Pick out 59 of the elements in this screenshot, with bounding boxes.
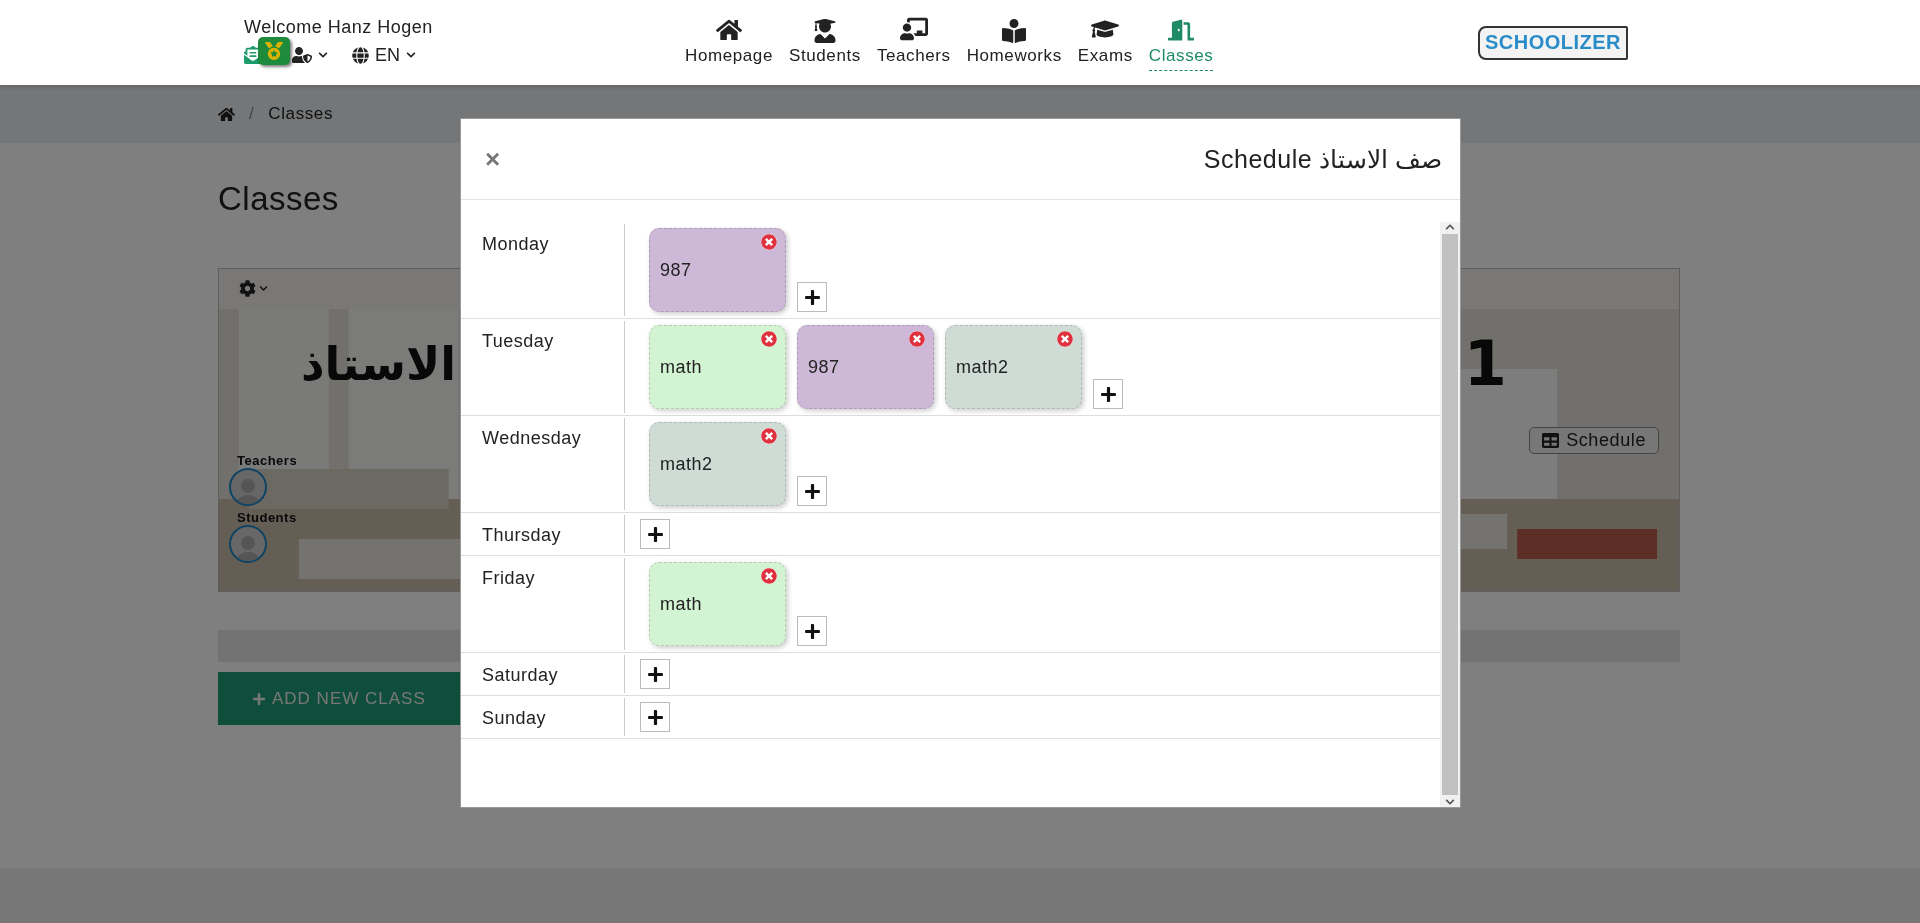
day-label: Thursday <box>461 515 625 553</box>
graduate-icon <box>812 18 837 43</box>
language-selector[interactable]: EN <box>352 44 416 66</box>
caret-icon <box>259 283 268 293</box>
settings-icon[interactable] <box>239 279 256 297</box>
lesson-card[interactable]: 987 <box>649 228 786 312</box>
day-label: Sunday <box>461 698 625 736</box>
lesson-card[interactable]: 987 <box>797 325 934 409</box>
scroll-down-icon[interactable] <box>1445 797 1455 807</box>
day-label: Saturday <box>461 655 625 693</box>
teachers-label: Teachers <box>237 453 298 468</box>
breadcrumb-item: Classes <box>268 104 333 124</box>
page-title: Classes <box>218 179 340 219</box>
plus-icon <box>252 691 266 706</box>
nav-link[interactable]: Homepage <box>685 16 773 71</box>
day-label: Wednesday <box>461 418 625 510</box>
plus-icon <box>646 665 664 683</box>
home-icon[interactable] <box>218 105 235 123</box>
plus-icon <box>803 288 821 306</box>
lesson-card[interactable]: math <box>649 562 786 646</box>
day-label: Tuesday <box>461 321 625 413</box>
plus-icon <box>646 525 664 543</box>
caret-icon <box>318 50 328 60</box>
scroll-up-icon[interactable] <box>1445 222 1455 232</box>
class-title: الاستاذ <box>301 341 456 387</box>
close-button[interactable]: × <box>481 143 505 175</box>
lesson-card[interactable]: math2 <box>649 422 786 506</box>
plus-icon <box>646 708 664 726</box>
nav-link[interactable]: Students <box>788 18 861 71</box>
welcome-text: Welcome Hanz Hogen <box>244 17 434 38</box>
book-reader-icon <box>1002 18 1027 43</box>
table-icon <box>1542 432 1560 449</box>
lesson-card[interactable]: math2 <box>945 325 1082 409</box>
add-lesson-button[interactable] <box>797 282 827 312</box>
user-shield-icon[interactable] <box>292 45 312 65</box>
add-lesson-button[interactable] <box>797 616 827 646</box>
scrollbar[interactable] <box>1440 222 1460 807</box>
class-title: 1 <box>1463 333 1507 395</box>
plus-icon <box>1099 385 1117 403</box>
add-lesson-button[interactable] <box>640 519 670 549</box>
lesson-card[interactable]: math <box>649 325 786 409</box>
add-lesson-button[interactable] <box>640 659 670 689</box>
plus-icon <box>803 622 821 640</box>
schedule-button[interactable]: Schedule <box>1529 427 1659 454</box>
dialog-title: صف الاستاذ Schedule <box>1203 144 1442 174</box>
add-lesson-button[interactable] <box>797 476 827 506</box>
add-lesson-button[interactable] <box>1093 379 1123 409</box>
nav-link[interactable]: Homeworks <box>966 18 1062 71</box>
caret-icon <box>406 50 416 60</box>
nav-link[interactable]: Teachers <box>876 14 951 71</box>
day-label: Monday <box>461 224 625 316</box>
day-label: Friday <box>461 558 625 650</box>
breadcrumb-separator: / <box>249 104 255 124</box>
nav-link[interactable]: Exams <box>1077 14 1133 71</box>
students-label: Students <box>237 510 298 525</box>
add-lesson-button[interactable] <box>640 702 670 732</box>
nav-link[interactable]: Classes <box>1148 16 1214 71</box>
plus-icon <box>803 482 821 500</box>
globe-icon <box>352 46 369 64</box>
